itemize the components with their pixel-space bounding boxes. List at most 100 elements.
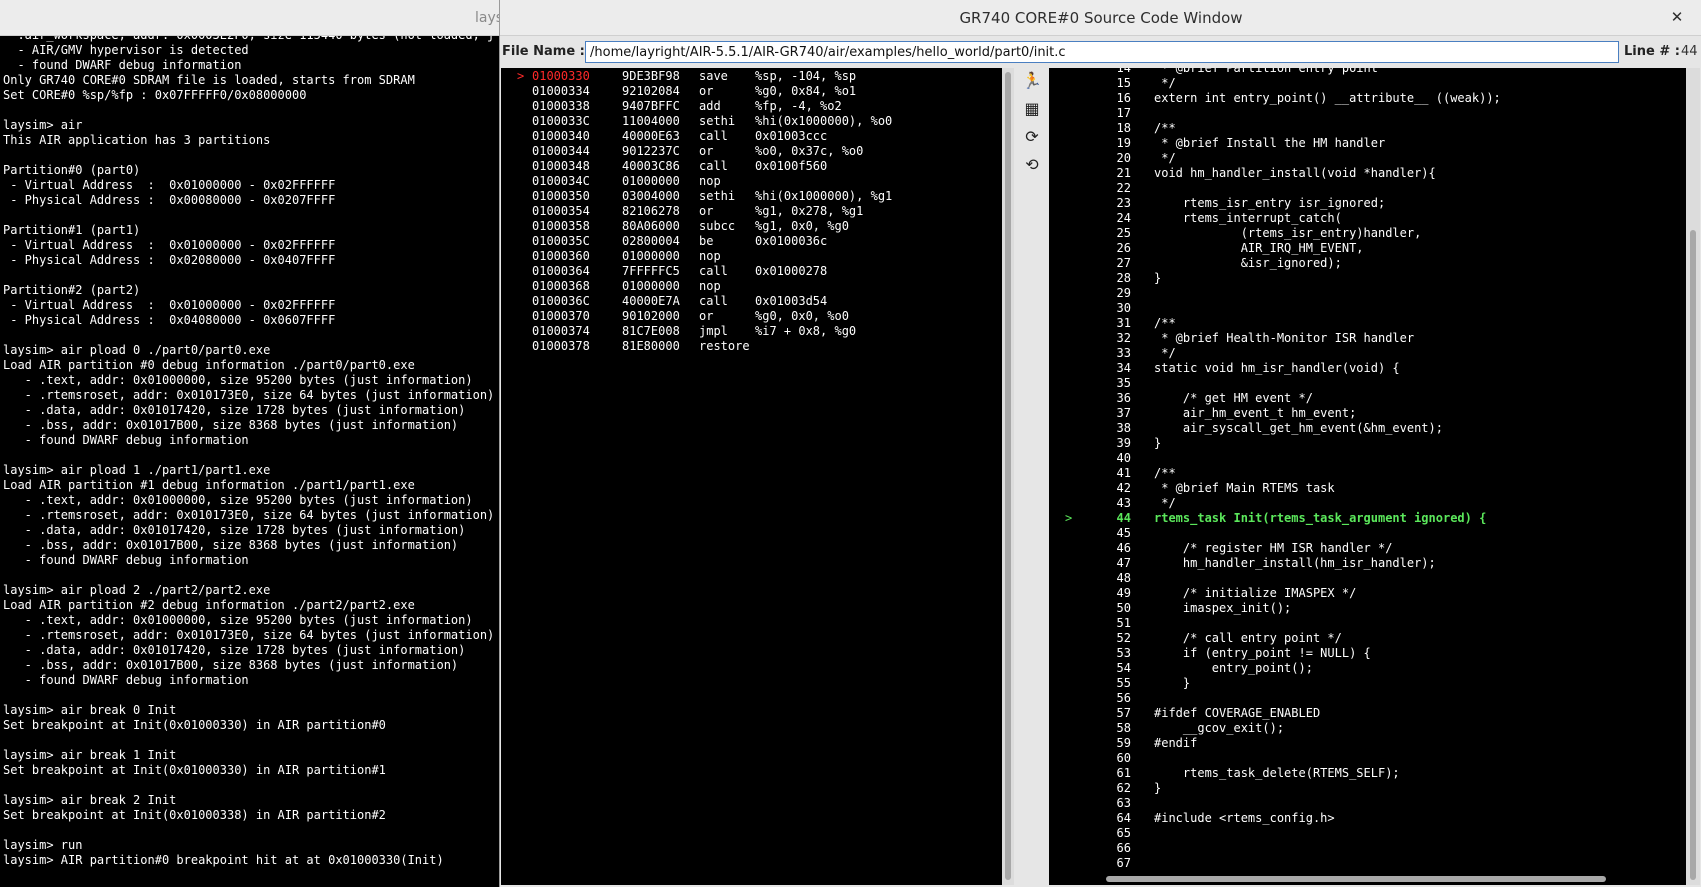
- disassembly-row[interactable]: 01000350 03004000 sethi %hi(0x1000000), %g1: [501, 189, 1001, 204]
- source-line[interactable]: >44 rtems_task Init(rtems_task_argument i…: [1049, 511, 1686, 526]
- source-line[interactable]: 37 air_hm_event_t hm_event;: [1049, 406, 1686, 421]
- source-line[interactable]: 54 entry_point();: [1049, 661, 1686, 676]
- source-line[interactable]: 40: [1049, 451, 1686, 466]
- close-icon[interactable]: ✕: [1666, 6, 1688, 28]
- source-line[interactable]: 28}: [1049, 271, 1686, 286]
- source-line[interactable]: 17: [1049, 106, 1686, 121]
- disassembly-pane[interactable]: >01000330 9DE3BF98 save %sp, -104, %sp 01000…: [501, 68, 1002, 885]
- window-titlebar[interactable]: GR740 CORE#0 Source Code Window ✕: [500, 0, 1701, 36]
- source-line[interactable]: 48: [1049, 571, 1686, 586]
- disassembly-row[interactable]: 01000334 92102084 or %g0, 0x84, %o1: [501, 84, 1001, 99]
- source-line[interactable]: 66: [1049, 841, 1686, 856]
- source-line[interactable]: 26 AIR_IRQ_HM_EVENT,: [1049, 241, 1686, 256]
- source-line-number: 44: [1116, 511, 1131, 525]
- source-horizontal-scroll-thumb[interactable]: [1106, 876, 1606, 882]
- source-line[interactable]: 35: [1049, 376, 1686, 391]
- source-line[interactable]: 60: [1049, 751, 1686, 766]
- source-line-text: }: [1154, 271, 1162, 285]
- terminal-line: - Virtual Address : 0x01000000 - 0x02FFF…: [3, 298, 336, 312]
- disassembly-row[interactable]: 0100033C 11004000 sethi %hi(0x1000000), %o0: [501, 114, 1001, 129]
- source-line[interactable]: 14 * @brief Partition entry point: [1049, 68, 1686, 76]
- step-into-icon[interactable]: ⟳: [1020, 124, 1044, 148]
- source-line[interactable]: 24 rtems_interrupt_catch(: [1049, 211, 1686, 226]
- source-line[interactable]: 27 &isr_ignored);: [1049, 256, 1686, 271]
- disassembly-row[interactable]: 01000364 7FFFFFC5 call 0x01000278: [501, 264, 1001, 279]
- source-line[interactable]: 67: [1049, 856, 1686, 871]
- source-line[interactable]: 22: [1049, 181, 1686, 196]
- source-line[interactable]: 36 /* get HM event */: [1049, 391, 1686, 406]
- terminal-line: Set breakpoint at Init(0x01000330) in AI…: [3, 763, 386, 777]
- source-line[interactable]: 25 (rtems_isr_entry)handler,: [1049, 226, 1686, 241]
- source-line[interactable]: 51: [1049, 616, 1686, 631]
- source-line[interactable]: 19 * @brief Install the HM handler: [1049, 136, 1686, 151]
- source-line[interactable]: 21 void hm_handler_install(void *handler)…: [1049, 166, 1686, 181]
- source-line[interactable]: 30: [1049, 301, 1686, 316]
- disassembly-row[interactable]: 01000360 01000000 nop: [501, 249, 1001, 264]
- disassembly-scroll-thumb[interactable]: [1005, 72, 1011, 880]
- source-line[interactable]: 61 rtems_task_delete(RTEMS_SELF);: [1049, 766, 1686, 781]
- instruction-opcode: or: [699, 84, 714, 98]
- terminal-line: .air_workspace, addr: 0x0003E2F0, size 1…: [3, 36, 494, 43]
- source-line[interactable]: 64 #include <rtems_config.h>: [1049, 811, 1686, 826]
- source-line-text: #endif: [1154, 736, 1198, 750]
- terminal-output[interactable]: .air_workspace, addr: 0x0003E2F0, size 1…: [0, 36, 500, 887]
- source-line[interactable]: 55 }: [1049, 676, 1686, 691]
- source-line[interactable]: 42 * @brief Main RTEMS task: [1049, 481, 1686, 496]
- disassembly-row[interactable]: 01000338 9407BFFC add %fp, -4, %o2: [501, 99, 1001, 114]
- source-line[interactable]: 31 /**: [1049, 316, 1686, 331]
- disassembly-row[interactable]: 01000358 80A06000 subcc %g1, 0x0, %g0: [501, 219, 1001, 234]
- source-line[interactable]: 47 hm_handler_install(hm_isr_handler);: [1049, 556, 1686, 571]
- source-line[interactable]: 57 #ifdef COVERAGE_ENABLED: [1049, 706, 1686, 721]
- source-line[interactable]: 45: [1049, 526, 1686, 541]
- step-out-icon[interactable]: ⟲: [1020, 152, 1044, 176]
- source-horizontal-scrollbar[interactable]: [1106, 873, 1686, 885]
- source-vertical-scrollbar[interactable]: [1686, 68, 1700, 885]
- source-line[interactable]: 23 rtems_isr_entry isr_ignored;: [1049, 196, 1686, 211]
- source-line[interactable]: 16 extern int entry_point() __attribute__…: [1049, 91, 1686, 106]
- source-line[interactable]: 18 /**: [1049, 121, 1686, 136]
- source-line[interactable]: 33 */: [1049, 346, 1686, 361]
- source-line[interactable]: 50 imaspex_init();: [1049, 601, 1686, 616]
- source-pane[interactable]: 14 * @brief Partition entry point 15 */16…: [1049, 68, 1686, 885]
- file-path-input[interactable]: [585, 41, 1619, 63]
- disassembly-row[interactable]: 0100034C 01000000 nop: [501, 174, 1001, 189]
- source-line[interactable]: 63: [1049, 796, 1686, 811]
- source-line[interactable]: 53 if (entry_point != NULL) {: [1049, 646, 1686, 661]
- disassembly-row[interactable]: 01000344 9012237C or %o0, 0x37c, %o0: [501, 144, 1001, 159]
- source-line[interactable]: 34 static void hm_isr_handler(void) {: [1049, 361, 1686, 376]
- source-line[interactable]: 46 /* register HM ISR handler */: [1049, 541, 1686, 556]
- terminal-titlebar[interactable]: lays: [0, 0, 505, 36]
- source-line[interactable]: 20 */: [1049, 151, 1686, 166]
- disassembly-row[interactable]: 01000374 81C7E008 jmpl %i7 + 0x8, %g0: [501, 324, 1001, 339]
- source-vertical-scroll-thumb[interactable]: [1690, 230, 1696, 880]
- run-icon[interactable]: 🏃: [1020, 68, 1044, 92]
- source-line[interactable]: 52 /* call entry point */: [1049, 631, 1686, 646]
- disassembly-row[interactable]: 01000370 90102000 or %g0, 0x0, %o0: [501, 309, 1001, 324]
- source-line[interactable]: 32 * @brief Health-Monitor ISR handler: [1049, 331, 1686, 346]
- disassembly-row[interactable]: 01000368 01000000 nop: [501, 279, 1001, 294]
- disassembly-scrollbar[interactable]: [1002, 68, 1014, 885]
- disassembly-row[interactable]: 0100036C 40000E7A call 0x01003d54: [501, 294, 1001, 309]
- step-over-icon[interactable]: ▦: [1020, 96, 1044, 120]
- source-line-number: 25: [1116, 226, 1131, 240]
- source-line[interactable]: 59 #endif: [1049, 736, 1686, 751]
- disassembly-row[interactable]: 01000354 82106278 or %g1, 0x278, %g1: [501, 204, 1001, 219]
- source-line[interactable]: 41 /**: [1049, 466, 1686, 481]
- disassembly-row[interactable]: 0100035C 02800004 be 0x0100036c: [501, 234, 1001, 249]
- source-line[interactable]: 62}: [1049, 781, 1686, 796]
- instruction-operands: %i7 + 0x8, %g0: [755, 324, 857, 338]
- source-line-text: /* get HM event */: [1154, 391, 1313, 405]
- source-line[interactable]: 56: [1049, 691, 1686, 706]
- disassembly-row[interactable]: 01000378 81E80000 restore: [501, 339, 1001, 354]
- source-line[interactable]: 39}: [1049, 436, 1686, 451]
- source-line[interactable]: 49 /* initialize IMASPEX */: [1049, 586, 1686, 601]
- disassembly-row[interactable]: >01000330 9DE3BF98 save %sp, -104, %sp: [501, 69, 1001, 84]
- source-line[interactable]: 58 __gcov_exit();: [1049, 721, 1686, 736]
- disassembly-row[interactable]: 01000348 40003C86 call 0x0100f560: [501, 159, 1001, 174]
- disassembly-row[interactable]: 01000340 40000E63 call 0x01003ccc: [501, 129, 1001, 144]
- source-line[interactable]: 43 */: [1049, 496, 1686, 511]
- source-line[interactable]: 15 */: [1049, 76, 1686, 91]
- source-line[interactable]: 29: [1049, 286, 1686, 301]
- source-line[interactable]: 65: [1049, 826, 1686, 841]
- source-line[interactable]: 38 air_syscall_get_hm_event(&hm_event);: [1049, 421, 1686, 436]
